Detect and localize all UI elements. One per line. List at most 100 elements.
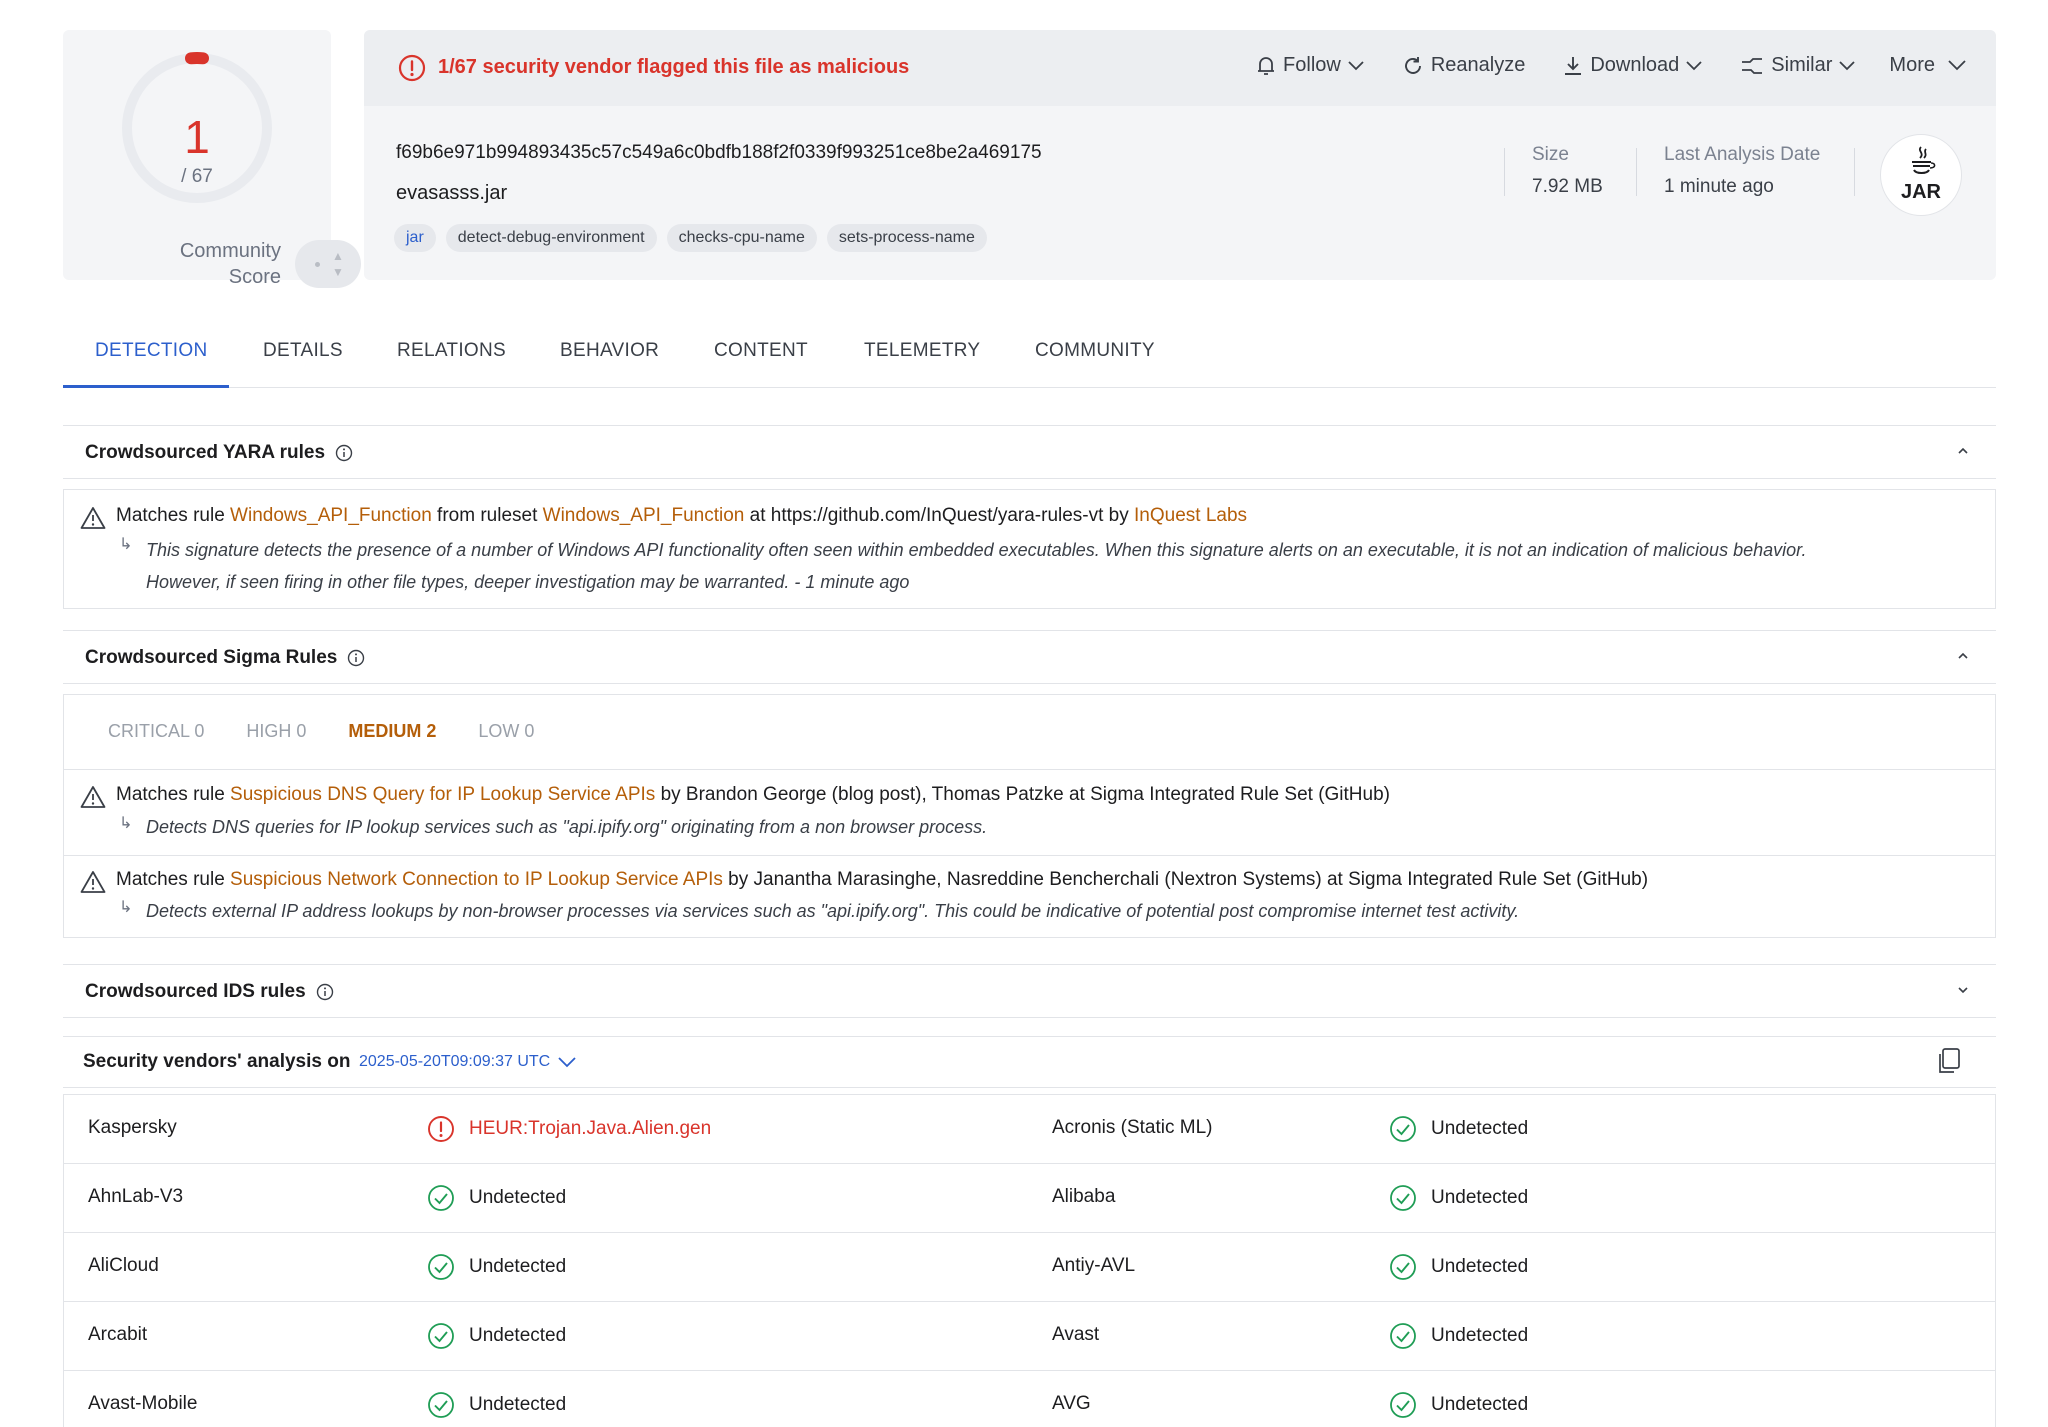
tag-jar[interactable]: jar xyxy=(394,224,436,252)
sigma-rule-link[interactable]: Suspicious Network Connection to IP Look… xyxy=(230,869,723,890)
check-circle-icon xyxy=(1390,1323,1416,1349)
table-row: Arcabit Undetected Avast Undetected xyxy=(64,1302,1995,1371)
vendor-result-text: Undetected xyxy=(469,1394,567,1415)
yara-rules-panel: Matches rule Windows_API_Function from r… xyxy=(63,489,1996,609)
reply-arrow-icon: ↳ xyxy=(119,815,133,832)
community-score-label: Community Score xyxy=(179,240,281,288)
java-cup-icon xyxy=(1912,146,1936,174)
yara-rule-description: This signature detects the presence of a… xyxy=(146,540,1807,592)
analysis-date-selector[interactable]: 2025-05-20T09:09:37 UTC xyxy=(359,1053,576,1071)
sigma-rule-link[interactable]: Suspicious DNS Query for IP Lookup Servi… xyxy=(230,784,655,805)
check-circle-icon xyxy=(428,1254,454,1280)
similar-icon xyxy=(1742,57,1763,74)
vendor-name: Alibaba xyxy=(1052,1186,1116,1207)
divider xyxy=(64,855,1995,856)
chevron-down-icon xyxy=(558,1056,576,1067)
tab-relations[interactable]: RELATIONS xyxy=(397,340,506,362)
tab-content[interactable]: CONTENT xyxy=(714,340,808,362)
vendors-analysis-header: Security vendors' analysis on 2025-05-20… xyxy=(63,1036,1996,1088)
info-icon[interactable] xyxy=(347,649,365,667)
warning-triangle-icon xyxy=(80,507,106,529)
severity-critical[interactable]: CRITICAL 0 xyxy=(108,721,204,742)
file-hash[interactable]: f69b6e971b994893435c57c549a6c0bdfb188f2f… xyxy=(396,142,1042,164)
check-circle-icon xyxy=(1390,1116,1416,1142)
tab-community[interactable]: COMMUNITY xyxy=(1035,340,1155,362)
sigma-rule-description: Detects external IP address lookups by n… xyxy=(146,901,1520,921)
community-score-vote[interactable]: ▲ ▼ xyxy=(295,240,361,288)
vendor-name: AhnLab-V3 xyxy=(88,1186,184,1207)
vendor-result: HEUR:Trojan.Java.Alien.gen xyxy=(427,1115,711,1143)
vendor-name: Arcabit xyxy=(88,1324,148,1345)
vendor-result: Undetected xyxy=(427,1184,566,1212)
ids-section-header[interactable]: Crowdsourced IDS rules xyxy=(63,964,1996,1018)
tag-checks-cpu-name[interactable]: checks-cpu-name xyxy=(666,224,817,252)
vendor-result-text: Undetected xyxy=(469,1187,567,1208)
reanalyze-button[interactable]: Reanalyze xyxy=(1402,54,1525,77)
refresh-icon xyxy=(1404,56,1421,74)
tab-detection[interactable]: DETECTION xyxy=(95,340,207,362)
malicious-alert-bar: 1/67 security vendor flagged this file a… xyxy=(364,30,1996,106)
vendor-result: Undetected xyxy=(1389,1253,1528,1281)
vendor-result: Undetected xyxy=(1389,1184,1528,1212)
copy-icon[interactable] xyxy=(1936,1047,1962,1075)
check-circle-icon xyxy=(1390,1392,1416,1418)
meta-divider xyxy=(1854,148,1855,196)
last-analysis-label: Last Analysis Date xyxy=(1664,144,1821,165)
vendor-name: Acronis (Static ML) xyxy=(1052,1117,1213,1138)
ids-title-text: Crowdsourced IDS rules xyxy=(85,981,306,1002)
yara-section-title: Crowdsourced YARA rules xyxy=(85,442,353,464)
similar-button[interactable]: Similar xyxy=(1740,54,1856,77)
follow-label: Follow xyxy=(1283,54,1341,76)
vendor-name: AVG xyxy=(1052,1393,1091,1414)
yara-rule-link[interactable]: Windows_API_Function xyxy=(230,505,432,526)
vote-arrows-icon[interactable]: ▲ ▼ xyxy=(332,248,344,280)
yara-title-text: Crowdsourced YARA rules xyxy=(85,442,326,463)
vendor-name: AliCloud xyxy=(88,1255,159,1276)
sigma-rules-panel: CRITICAL 0 HIGH 0 MEDIUM 2 LOW 0 Matches… xyxy=(63,694,1996,938)
vendor-result-text[interactable]: HEUR:Trojan.Java.Alien.gen xyxy=(469,1118,711,1140)
file-size-value: 7.92 MB xyxy=(1532,176,1603,197)
meta-divider xyxy=(1504,148,1505,196)
vendor-result: Undetected xyxy=(1389,1115,1528,1143)
severity-high[interactable]: HIGH 0 xyxy=(246,721,306,742)
vendor-result-text: Undetected xyxy=(1431,1187,1529,1208)
chevron-up-icon[interactable] xyxy=(1956,444,1970,458)
check-circle-icon xyxy=(1390,1185,1416,1211)
file-type-label: JAR xyxy=(1900,181,1941,203)
download-button[interactable]: Download xyxy=(1563,54,1702,77)
vendors-table: Kaspersky HEUR:Trojan.Java.Alien.gen Acron… xyxy=(63,1094,1996,1427)
chevron-down-icon[interactable] xyxy=(1956,983,1970,997)
sigma-section-header[interactable]: Crowdsourced Sigma Rules xyxy=(63,630,1996,684)
yara-section-header[interactable]: Crowdsourced YARA rules xyxy=(63,425,1996,479)
alert-text: 1/67 security vendor flagged this file a… xyxy=(438,56,910,78)
info-icon[interactable] xyxy=(335,444,353,462)
malicious-count: 1 xyxy=(184,111,210,163)
table-row: AliCloud Undetected Antiy-AVL Undetected xyxy=(64,1233,1995,1302)
yara-author-link[interactable]: InQuest Labs xyxy=(1134,505,1247,526)
table-row: Kaspersky HEUR:Trojan.Java.Alien.gen Acron… xyxy=(64,1095,1995,1164)
severity-low[interactable]: LOW 0 xyxy=(478,721,534,742)
severity-medium[interactable]: MEDIUM 2 xyxy=(348,721,436,742)
download-icon xyxy=(1565,56,1582,75)
more-button[interactable]: More xyxy=(1889,54,1966,77)
yara-ruleset-link[interactable]: Windows_API_Function xyxy=(543,505,745,526)
bell-icon xyxy=(1258,56,1275,75)
tab-telemetry[interactable]: TELEMETRY xyxy=(864,340,980,362)
tab-details[interactable]: DETAILS xyxy=(263,340,343,362)
tag-detect-debug-environment[interactable]: detect-debug-environment xyxy=(445,224,657,252)
vendor-name: Antiy-AVL xyxy=(1052,1255,1136,1276)
reply-arrow-icon: ↳ xyxy=(119,536,133,553)
vendor-result: Undetected xyxy=(1389,1322,1528,1350)
vendor-result: Undetected xyxy=(427,1322,566,1350)
check-circle-icon xyxy=(1390,1254,1416,1280)
info-icon[interactable] xyxy=(316,983,334,1001)
chevron-up-icon[interactable] xyxy=(1956,649,1970,663)
tab-behavior[interactable]: BEHAVIOR xyxy=(560,340,659,362)
tag-sets-process-name[interactable]: sets-process-name xyxy=(826,224,987,252)
file-name: evasasss.jar xyxy=(396,182,508,204)
vendor-name: Avast-Mobile xyxy=(88,1393,198,1414)
vendor-result-text: Undetected xyxy=(1431,1325,1529,1346)
sigma-rule-match: Matches rule Suspicious DNS Query for IP… xyxy=(116,784,1390,805)
divider xyxy=(64,769,1995,770)
follow-button[interactable]: Follow xyxy=(1256,54,1364,77)
